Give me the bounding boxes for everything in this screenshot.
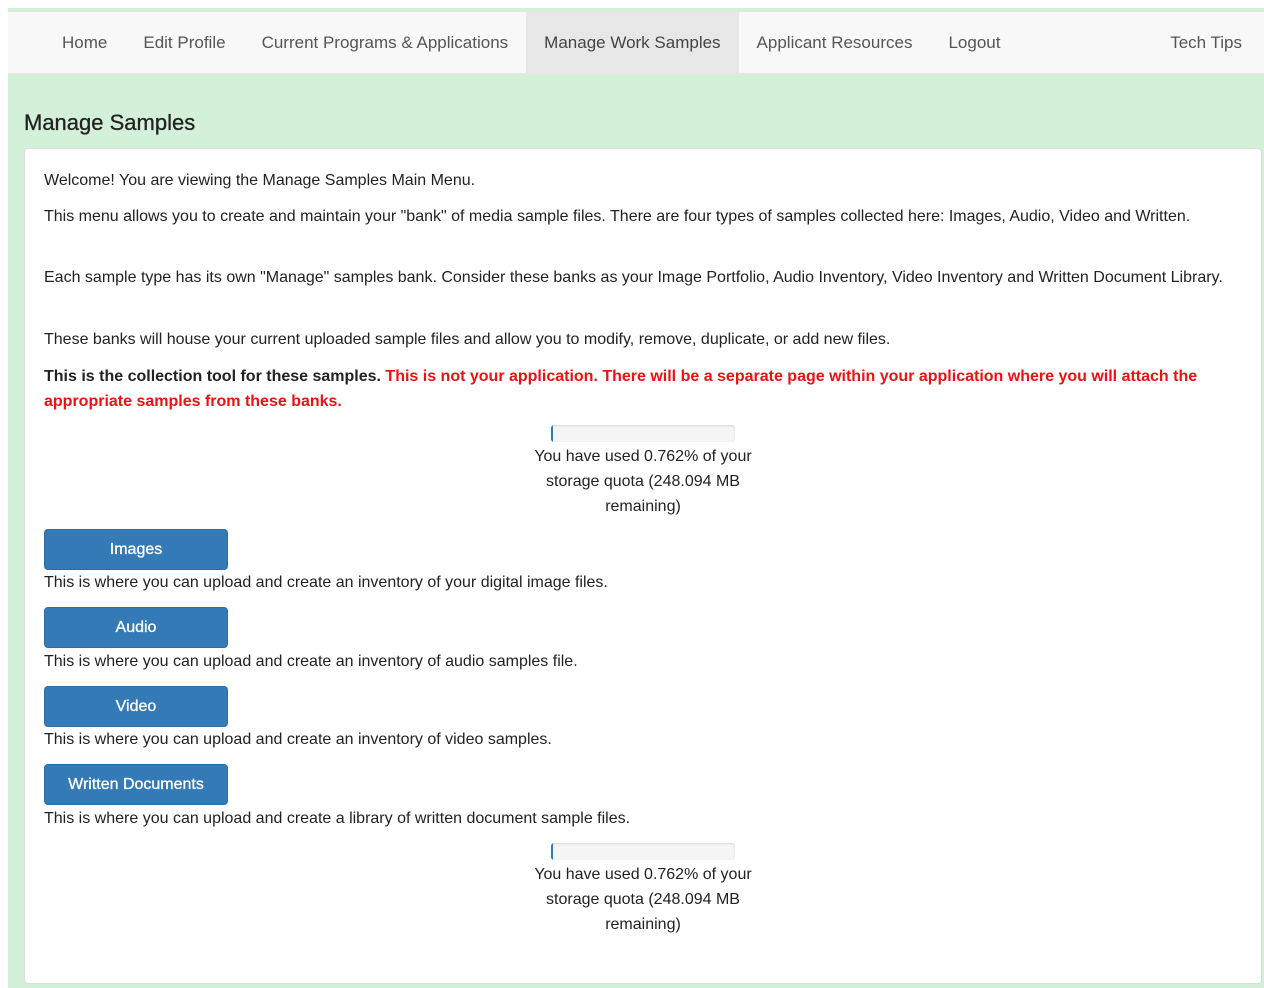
nav-list: Home Edit Profile Current Programs & App… bbox=[44, 12, 1018, 74]
nav-applicant-resources[interactable]: Applicant Resources bbox=[739, 12, 931, 74]
written-documents-button[interactable]: Written Documents bbox=[44, 764, 228, 805]
nav-home[interactable]: Home bbox=[44, 12, 125, 74]
storage-quota-bottom: You have used 0.762% of your storage quo… bbox=[505, 843, 781, 937]
menu-description: This menu allows you to create and maint… bbox=[44, 208, 1191, 225]
quota-progress-bar bbox=[551, 425, 735, 442]
top-navbar: Home Edit Profile Current Programs & App… bbox=[8, 12, 1264, 74]
images-button[interactable]: Images bbox=[44, 529, 228, 570]
main-panel: Welcome! You are viewing the Manage Samp… bbox=[24, 148, 1262, 984]
notice-bold-text: This is the collection tool for these sa… bbox=[44, 368, 381, 385]
storage-quota-top: You have used 0.762% of your storage quo… bbox=[505, 425, 781, 519]
video-button[interactable]: Video bbox=[44, 686, 228, 727]
house-description: These banks will house your current uplo… bbox=[44, 331, 891, 348]
banks-description: Each sample type has its own "Manage" sa… bbox=[44, 269, 1223, 286]
quota-progress-bar bbox=[551, 843, 735, 860]
page-background: Home Edit Profile Current Programs & App… bbox=[8, 8, 1264, 988]
audio-button[interactable]: Audio bbox=[44, 607, 228, 648]
nav-current-programs[interactable]: Current Programs & Applications bbox=[244, 12, 527, 74]
nav-logout[interactable]: Logout bbox=[930, 12, 1018, 74]
page-title: Manage Samples bbox=[24, 110, 196, 135]
audio-description: This is where you can upload and create … bbox=[44, 653, 578, 670]
nav-edit-profile[interactable]: Edit Profile bbox=[125, 12, 243, 74]
quota-progress-fill bbox=[551, 843, 553, 860]
nav-manage-work-samples[interactable]: Manage Work Samples bbox=[526, 12, 739, 74]
video-description: This is where you can upload and create … bbox=[44, 731, 552, 748]
quota-text: You have used 0.762% of your storage quo… bbox=[534, 866, 752, 933]
nav-tech-tips[interactable]: Tech Tips bbox=[1152, 12, 1260, 74]
written-documents-description: This is where you can upload and create … bbox=[44, 810, 631, 827]
images-description: This is where you can upload and create … bbox=[44, 574, 608, 591]
quota-progress-fill bbox=[551, 425, 553, 442]
quota-text: You have used 0.762% of your storage quo… bbox=[534, 448, 752, 515]
collection-notice: This is the collection tool for these sa… bbox=[44, 364, 1234, 414]
welcome-text: Welcome! You are viewing the Manage Samp… bbox=[44, 172, 476, 189]
